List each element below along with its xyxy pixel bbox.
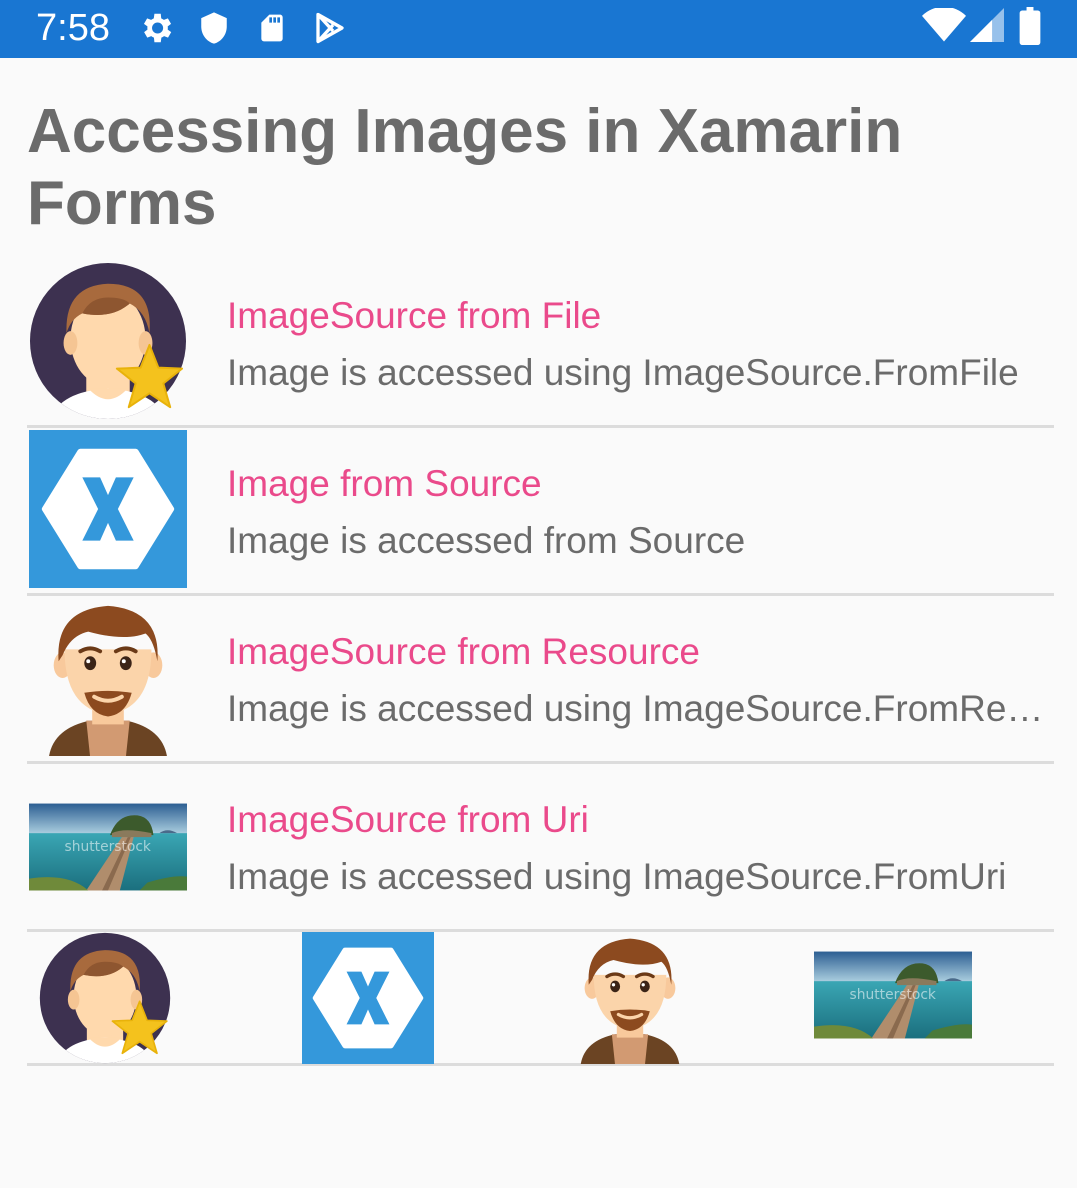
list-item[interactable]: ImageSource from Resource Image is acces…	[27, 596, 1054, 764]
xamarin-logo-image	[302, 932, 434, 1064]
avatar-star-image	[29, 262, 187, 420]
cartoon-man-image	[29, 598, 187, 756]
list-item-subtitle: Image is accessed from Source	[227, 520, 746, 561]
list-item-title: Image from Source	[227, 463, 542, 504]
gear-icon	[137, 9, 175, 47]
play-store-icon	[312, 9, 348, 47]
list-item[interactable]: Image from Source Image is accessed from…	[27, 428, 1054, 596]
list-item-subtitle: Image is accessed using ImageSource.From…	[227, 856, 1007, 897]
image-gallery	[27, 930, 1054, 1066]
landscape-photo-image	[29, 803, 187, 891]
list-item-subtitle: Image is accessed using ImageSource.From…	[227, 688, 1045, 729]
shield-icon	[197, 9, 231, 47]
wifi-icon	[922, 8, 966, 42]
sd-card-icon	[256, 9, 288, 47]
page-title: Accessing Images in Xamarin Forms	[27, 97, 903, 238]
status-time: 7:58	[36, 7, 110, 49]
list-item[interactable]: ImageSource from File Image is accessed …	[27, 260, 1054, 428]
list-item-title: ImageSource from File	[227, 295, 602, 336]
status-bar: 7:58	[0, 0, 1077, 58]
cartoon-man-image	[564, 932, 696, 1064]
image-list: ImageSource from File Image is accessed …	[27, 260, 1054, 932]
list-item-title: ImageSource from Resource	[227, 631, 700, 672]
landscape-photo-image	[814, 951, 972, 1039]
cell-signal-icon	[970, 8, 1004, 42]
xamarin-logo-image	[29, 430, 187, 588]
list-item-subtitle: Image is accessed using ImageSource.From…	[227, 352, 1019, 393]
list-item-title: ImageSource from Uri	[227, 799, 589, 840]
list-item[interactable]: ImageSource from Uri Image is accessed u…	[27, 764, 1054, 932]
avatar-star-image	[39, 932, 171, 1064]
battery-icon	[1019, 7, 1041, 45]
